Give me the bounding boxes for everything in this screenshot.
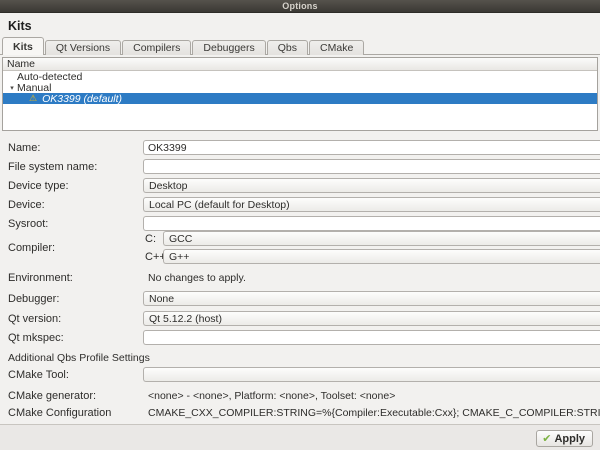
tab-qt-versions[interactable]: Qt Versions — [45, 40, 121, 55]
cmake-tool-label: CMake Tool: — [8, 369, 143, 381]
row-debugger: Debugger: None — [8, 291, 600, 306]
cmake-configuration-value: CMAKE_CXX_COMPILER:STRING=%{Compiler:Exe… — [148, 407, 600, 419]
tab-kits[interactable]: Kits — [2, 37, 44, 55]
qt-version-label: Qt version: — [8, 313, 143, 325]
name-input[interactable] — [143, 140, 600, 155]
row-sysroot: Sysroot: — [8, 216, 600, 231]
tab-cmake[interactable]: CMake — [309, 40, 364, 55]
device-combobox[interactable]: Local PC (default for Desktop) — [143, 197, 600, 212]
row-environment: Environment: No changes to apply. — [8, 270, 600, 285]
row-qbs-settings: Additional Qbs Profile Settings — [8, 350, 600, 365]
footer-bar: ✔ Apply — [0, 424, 600, 450]
apply-button-label: Apply — [554, 433, 585, 445]
sysroot-input[interactable] — [143, 216, 600, 231]
qt-version-combobox[interactable]: Qt 5.12.2 (host) — [143, 311, 600, 326]
tree-item-ok3399-selected[interactable]: ⚠ OK3399 (default) — [3, 93, 597, 104]
row-cmake-generator: CMake generator: <none> - <none>, Platfo… — [8, 388, 600, 403]
tab-bar: Kits Qt Versions Compilers Debuggers Qbs… — [2, 37, 365, 55]
cmake-generator-label: CMake generator: — [8, 390, 143, 402]
compiler-label: Compiler: — [8, 242, 143, 254]
check-icon: ✔ — [542, 432, 551, 445]
options-dialog: Options Kits Kits Qt Versions Compilers … — [0, 0, 600, 450]
row-qt-version: Qt version: Qt 5.12.2 (host) — [8, 311, 600, 326]
compiler-cxx-combobox[interactable]: G++ — [163, 249, 600, 264]
name-label: Name: — [8, 142, 143, 154]
device-type-label: Device type: — [8, 180, 143, 192]
row-compiler-c: C: GCC — [143, 231, 600, 246]
row-device: Device: Local PC (default for Desktop) — [8, 197, 600, 212]
tab-debuggers[interactable]: Debuggers — [192, 40, 265, 55]
cmake-generator-value: <none> - <none>, Platform: <none>, Tools… — [148, 390, 395, 402]
device-type-combobox[interactable]: Desktop — [143, 178, 600, 193]
environment-value: No changes to apply. — [148, 272, 246, 284]
file-system-name-label: File system name: — [8, 161, 143, 173]
device-label: Device: — [8, 199, 143, 211]
tree-item-label: OK3399 (default) — [42, 93, 122, 105]
row-device-type: Device type: Desktop — [8, 178, 600, 193]
row-name: Name: — [8, 140, 600, 155]
row-qt-mkspec: Qt mkspec: — [8, 330, 600, 345]
row-cmake-tool: CMake Tool: — [8, 367, 600, 382]
cmake-tool-combobox[interactable] — [143, 367, 600, 382]
file-system-name-input[interactable] — [143, 159, 600, 174]
qbs-settings-label: Additional Qbs Profile Settings — [8, 352, 150, 364]
window-title: Options — [282, 1, 317, 11]
page-title: Kits — [8, 19, 32, 33]
qt-mkspec-label: Qt mkspec: — [8, 332, 143, 344]
kits-tree: Name Auto-detected ▾ Manual ⚠ OK3399 (de… — [2, 57, 598, 131]
expander-open-icon[interactable]: ▾ — [7, 84, 17, 92]
row-compiler-cxx: C++: G++ — [143, 249, 600, 264]
sysroot-label: Sysroot: — [8, 218, 143, 230]
tree-item-manual[interactable]: ▾ Manual — [3, 82, 597, 93]
qt-mkspec-input[interactable] — [143, 330, 600, 345]
tab-compilers[interactable]: Compilers — [122, 40, 191, 55]
row-cmake-configuration: CMake Configuration CMAKE_CXX_COMPILER:S… — [8, 405, 600, 420]
tab-qbs[interactable]: Qbs — [267, 40, 308, 55]
apply-button[interactable]: ✔ Apply — [536, 430, 593, 447]
debugger-combobox[interactable]: None — [143, 291, 600, 306]
tree-item-auto-detected[interactable]: Auto-detected — [3, 71, 597, 82]
debugger-label: Debugger: — [8, 293, 143, 305]
cmake-configuration-label: CMake Configuration — [8, 407, 143, 419]
warning-icon: ⚠ — [29, 94, 37, 103]
environment-label: Environment: — [8, 272, 143, 284]
tree-column-header-name[interactable]: Name — [3, 58, 597, 71]
compiler-cxx-label: C++: — [143, 251, 163, 263]
compiler-c-combobox[interactable]: GCC — [163, 231, 600, 246]
compiler-c-label: C: — [143, 233, 163, 245]
window-titlebar[interactable]: Options — [0, 0, 600, 13]
row-file-system-name: File system name: — [8, 159, 600, 174]
